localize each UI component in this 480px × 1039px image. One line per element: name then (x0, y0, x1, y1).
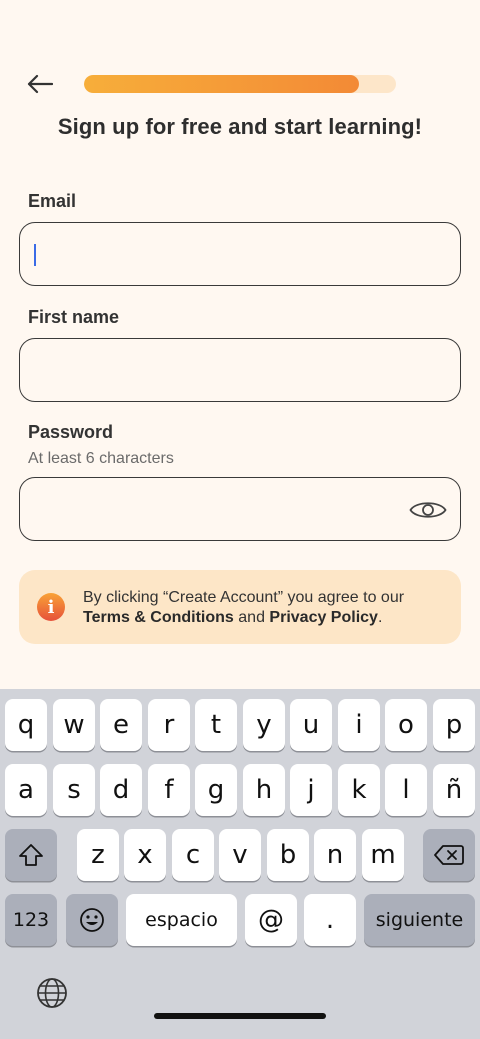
key[interactable]: o (385, 699, 427, 751)
first-name-input[interactable] (20, 339, 460, 401)
email-label: Email (28, 191, 77, 211)
keyboard-row-2: a s d f g h j k l ñ (0, 764, 480, 816)
key[interactable]: z (77, 829, 119, 881)
key[interactable]: y (243, 699, 285, 751)
home-indicator[interactable] (154, 1013, 326, 1019)
key[interactable]: d (100, 764, 142, 816)
terms-link[interactable]: Terms & Conditions (83, 609, 234, 626)
privacy-link[interactable]: Privacy Policy (269, 609, 378, 626)
key[interactable]: i (338, 699, 380, 751)
key[interactable]: k (338, 764, 380, 816)
notice-and: and (233, 609, 270, 626)
key[interactable]: a (5, 764, 47, 816)
notice-text-before: By clicking “Create Account” you agree t… (83, 589, 405, 606)
email-input[interactable] (20, 223, 460, 285)
at-key[interactable]: @ (245, 894, 297, 946)
globe-icon (37, 978, 67, 1008)
key[interactable]: m (362, 829, 404, 881)
shift-icon (19, 844, 43, 866)
emoji-key[interactable] (66, 894, 118, 946)
key[interactable]: ñ (433, 764, 475, 816)
terms-notice: i By clicking “Create Account” you agree… (19, 570, 461, 644)
key[interactable]: p (433, 699, 475, 751)
password-label: Password (28, 422, 114, 442)
progress-bar (84, 75, 396, 93)
shift-key[interactable] (5, 829, 57, 881)
first-name-field[interactable] (19, 338, 461, 402)
key[interactable]: w (53, 699, 95, 751)
key[interactable]: s (53, 764, 95, 816)
key[interactable]: j (290, 764, 332, 816)
key[interactable]: q (5, 699, 47, 751)
key[interactable]: c (172, 829, 214, 881)
text-caret (34, 244, 36, 266)
keyboard-row-3: z x c v b n m (0, 829, 480, 881)
password-input[interactable] (20, 478, 460, 540)
key[interactable]: x (124, 829, 166, 881)
notice-text-after: . (377, 609, 383, 626)
key[interactable]: l (385, 764, 427, 816)
globe-button[interactable] (34, 975, 70, 1011)
info-icon: i (37, 593, 65, 621)
emoji-icon (80, 908, 104, 932)
show-password-button[interactable] (408, 492, 448, 528)
keyboard-row-4: 123 espacio @ . siguiente (0, 894, 480, 946)
key[interactable]: v (219, 829, 261, 881)
key[interactable]: t (195, 699, 237, 751)
terms-notice-text: By clicking “Create Account” you agree t… (83, 588, 453, 628)
eye-icon (409, 502, 447, 518)
arrow-left-icon (27, 74, 53, 94)
numbers-key[interactable]: 123 (5, 894, 57, 946)
key[interactable]: g (195, 764, 237, 816)
password-hint: At least 6 characters (28, 450, 174, 467)
key[interactable]: f (148, 764, 190, 816)
keyboard: q w e r t y u i o p a s d f g h j k l ñ … (0, 689, 480, 1039)
first-name-label: First name (28, 307, 120, 327)
header (0, 68, 480, 100)
password-field[interactable] (19, 477, 461, 541)
key[interactable]: e (100, 699, 142, 751)
key[interactable]: h (243, 764, 285, 816)
space-key[interactable]: espacio (126, 894, 237, 946)
keyboard-row-1: q w e r t y u i o p (0, 699, 480, 751)
dot-key[interactable]: . (304, 894, 356, 946)
progress-bar-fill (84, 75, 359, 93)
back-button[interactable] (24, 68, 56, 100)
backspace-key[interactable] (423, 829, 475, 881)
email-field[interactable] (19, 222, 461, 286)
page-title: Sign up for free and start learning! (57, 114, 423, 139)
key[interactable]: b (267, 829, 309, 881)
key[interactable]: r (148, 699, 190, 751)
backspace-icon (434, 845, 464, 865)
key[interactable]: u (290, 699, 332, 751)
key[interactable]: n (314, 829, 356, 881)
next-key[interactable]: siguiente (364, 894, 475, 946)
